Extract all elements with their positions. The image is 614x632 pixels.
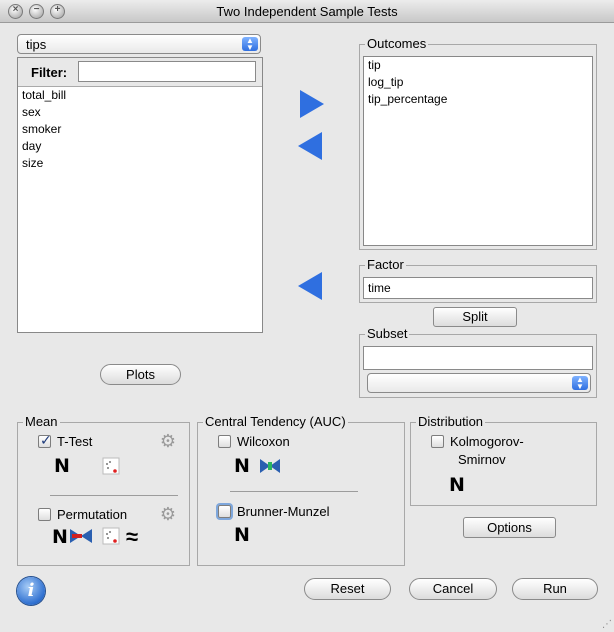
ttest-label: T-Test — [57, 434, 93, 449]
subset-label: Subset — [365, 326, 410, 341]
variable-list-item[interactable]: sex — [18, 104, 262, 121]
central-separator — [230, 491, 358, 492]
kolmogorov-smirnov-label-line2: Smirnov — [458, 452, 506, 467]
mean-label: Mean — [23, 414, 60, 429]
equal-variance-icon — [70, 529, 92, 543]
variable-list-item[interactable]: day — [18, 138, 262, 155]
subset-select[interactable]: ▲ ▼ — [367, 373, 591, 393]
approximate-icon: ≈ — [126, 524, 139, 549]
permutation-settings-gear-icon[interactable]: ⚙ — [158, 504, 178, 524]
popup-arrows-icon: ▲ ▼ — [572, 376, 588, 391]
options-button[interactable]: Options — [463, 517, 556, 538]
factor-arrow-icon[interactable] — [298, 272, 322, 300]
outcome-list-item[interactable]: tip_percentage — [364, 91, 592, 108]
outcome-list-item[interactable]: tip — [364, 57, 592, 74]
split-button[interactable]: Split — [433, 307, 517, 327]
title-bar: × − + Two Independent Sample Tests — [0, 0, 614, 23]
check-icon: ✓ — [40, 432, 52, 448]
normal-assumption-icon: N — [449, 474, 465, 496]
central-tendency-label: Central Tendency (AUC) — [203, 414, 348, 429]
resize-grip-icon[interactable]: ⋰ — [602, 620, 612, 630]
window-title: Two Independent Sample Tests — [216, 4, 398, 19]
outcomes-group: Outcomes tip log_tip tip_percentage — [359, 36, 597, 250]
normal-assumption-icon: N — [234, 455, 250, 477]
mean-separator — [50, 495, 178, 496]
outcomes-list[interactable]: tip log_tip tip_percentage — [363, 56, 593, 246]
factor-input[interactable] — [364, 278, 592, 298]
info-icon[interactable]: i — [17, 577, 45, 605]
run-button[interactable]: Run — [512, 578, 598, 600]
ttest-settings-gear-icon[interactable]: ⚙ — [158, 431, 178, 451]
ttest-checkbox[interactable]: ✓ — [38, 432, 52, 448]
variable-list-item[interactable]: smoker — [18, 121, 262, 138]
brunner-munzel-checkbox[interactable] — [218, 505, 231, 518]
scatter-plot-icon — [102, 457, 120, 475]
normal-assumption-icon: N — [234, 524, 250, 546]
reset-button[interactable]: Reset — [304, 578, 391, 600]
kolmogorov-smirnov-label-line1: Kolmogorov- — [450, 434, 524, 449]
variable-list-item[interactable]: total_bill — [18, 87, 262, 104]
kolmogorov-smirnov-checkbox[interactable] — [431, 435, 444, 448]
factor-label: Factor — [365, 257, 406, 272]
factor-field[interactable] — [363, 277, 593, 299]
variable-items: total_bill sex smoker day size — [18, 87, 262, 172]
plots-button[interactable]: Plots — [100, 364, 181, 385]
brunner-munzel-label: Brunner-Munzel — [237, 504, 330, 519]
subset-field[interactable] — [363, 346, 593, 370]
central-tendency-group: Central Tendency (AUC) Wilcoxon N Brunne… — [197, 414, 405, 566]
mean-group: Mean ✓ T-Test ⚙ N Permutation ⚙ N ≈ — [17, 414, 190, 566]
outcome-list-item[interactable]: log_tip — [364, 74, 592, 91]
cancel-button[interactable]: Cancel — [409, 578, 497, 600]
remove-outcome-arrow-icon[interactable] — [298, 132, 322, 160]
subset-input[interactable] — [364, 347, 592, 369]
wilcoxon-checkbox[interactable] — [218, 435, 231, 448]
distribution-label: Distribution — [416, 414, 486, 429]
filter-field[interactable] — [78, 61, 256, 82]
subset-group: Subset ▲ ▼ — [359, 326, 597, 398]
variable-list-item[interactable]: size — [18, 155, 262, 172]
outcomes-label: Outcomes — [365, 36, 429, 51]
filter-row: Filter: — [18, 58, 262, 87]
filter-label: Filter: — [31, 65, 68, 80]
permutation-checkbox[interactable] — [38, 508, 51, 521]
variable-list[interactable]: Filter: total_bill sex smoker day size — [17, 57, 263, 333]
filter-input[interactable] — [79, 62, 255, 81]
distribution-group: Distribution Kolmogorov- Smirnov N — [410, 414, 597, 506]
wilcoxon-label: Wilcoxon — [237, 434, 290, 449]
normal-assumption-icon: N — [52, 526, 68, 548]
scatter-plot-icon — [102, 527, 120, 545]
dialog-window: × − + Two Independent Sample Tests tips … — [0, 0, 614, 632]
dataset-select-value: tips — [26, 37, 47, 52]
permutation-label: Permutation — [57, 507, 128, 522]
dataset-select[interactable]: tips ▲ ▼ — [17, 34, 261, 54]
popup-arrows-icon: ▲ ▼ — [242, 37, 258, 52]
equal-variance-icon — [260, 459, 280, 473]
factor-group: Factor — [359, 257, 597, 303]
normal-assumption-icon: N — [54, 455, 70, 477]
add-outcome-arrow-icon[interactable] — [300, 90, 324, 118]
